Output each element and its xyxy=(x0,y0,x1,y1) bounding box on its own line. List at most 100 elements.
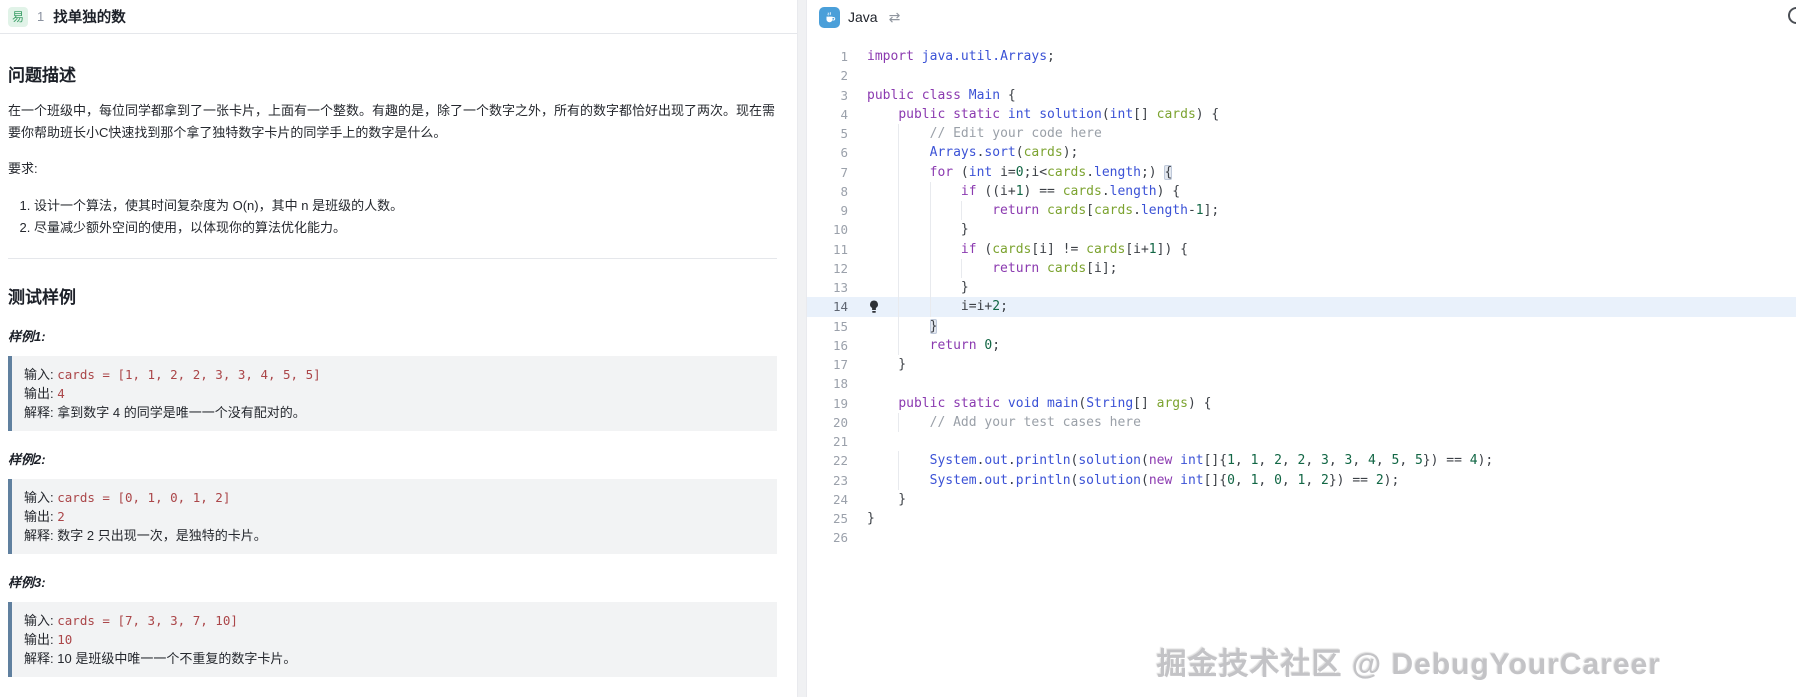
code-line[interactable]: 7 for (int i=0;i<cards.length;) { xyxy=(807,162,1796,182)
code-token: return xyxy=(992,203,1040,218)
code-text[interactable]: return cards[i]; xyxy=(848,259,1117,278)
code-line[interactable]: 4 public static int solution(int[] cards… xyxy=(807,105,1796,124)
code-line[interactable]: 26 xyxy=(807,528,1796,547)
requirements-list: 设计一个算法，使其时间复杂度为 O(n)，其中 n 是班级的人数。 尽量减少额外… xyxy=(8,196,777,238)
code-token: } xyxy=(929,318,938,334)
code-text[interactable]: Arrays.sort(cards); xyxy=(848,143,1079,162)
code-token: , xyxy=(1234,453,1251,469)
code-token: length xyxy=(1140,203,1188,218)
code-text[interactable]: return cards[cards.length-1]; xyxy=(848,201,1219,220)
line-number: 17 xyxy=(832,357,848,372)
code-text[interactable]: } xyxy=(848,317,938,336)
code-text[interactable]: } xyxy=(848,355,906,374)
app-window: 易 1 找单独的数 问题描述 在一个班级中，每位同学都拿到了一张卡片，上面有一个… xyxy=(0,0,1796,697)
code-token: for xyxy=(929,164,954,180)
input-label: 输入: xyxy=(24,613,54,628)
code-line[interactable]: 10 } xyxy=(807,220,1796,240)
code-token: public xyxy=(867,87,914,103)
code-text[interactable]: // Edit your code here xyxy=(848,124,1102,143)
code-line[interactable]: 12 return cards[i]; xyxy=(807,258,1796,278)
line-number: 21 xyxy=(832,434,848,449)
indent-guide xyxy=(898,181,900,201)
line-number: 18 xyxy=(832,376,848,392)
code-line[interactable]: 5 // Edit your code here xyxy=(807,124,1796,144)
problem-index: 1 xyxy=(37,9,45,24)
explain-label: 解释: xyxy=(24,528,54,543)
code-text[interactable]: import java.util.Arrays; xyxy=(848,47,1055,66)
code-token: // Add your test cases here xyxy=(929,414,1141,430)
output-code: 2 xyxy=(57,509,65,524)
code-line[interactable]: 8 if ((i+1) == cards.length) { xyxy=(807,181,1796,201)
language-selector[interactable]: Java xyxy=(819,6,878,28)
swap-language-icon[interactable]: ⇄ xyxy=(889,9,901,26)
code-text[interactable]: public static int solution(int[] cards) … xyxy=(848,105,1219,124)
code-text[interactable]: public static void main(String[] args) { xyxy=(848,394,1211,413)
code-line[interactable]: 22 System.out.println(solution(new int[]… xyxy=(807,451,1796,471)
code-line[interactable]: 11 if (cards[i] != cards[i+1]) { xyxy=(807,239,1796,259)
code-line[interactable]: 21 xyxy=(807,432,1796,451)
code-text[interactable]: System.out.println(solution(new int[]{0,… xyxy=(848,471,1400,490)
code-line[interactable]: 17 } xyxy=(807,355,1796,374)
code-token: out xyxy=(984,472,1008,488)
code-token: 1 xyxy=(1227,453,1235,469)
indent-guide xyxy=(898,278,900,298)
code-token: }) == xyxy=(1422,453,1470,469)
code-text[interactable]: return 0; xyxy=(848,336,1000,355)
difficulty-badge: 易 xyxy=(8,6,28,27)
code-token: ;) xyxy=(1140,164,1165,180)
code-token: solution xyxy=(1078,453,1141,469)
line-number: 11 xyxy=(832,241,848,257)
explain-text: 拿到数字 4 的同学是唯一一个没有配对的。 xyxy=(57,405,306,420)
code-line[interactable]: 16 return 0; xyxy=(807,335,1796,355)
code-line[interactable]: 13 } xyxy=(807,278,1796,298)
line-number: 6 xyxy=(840,145,848,161)
code-line[interactable]: 20 // Add your test cases here xyxy=(807,412,1796,432)
code-token: cards xyxy=(1047,203,1087,218)
code-editor[interactable]: 1 import java.util.Arrays; 2 3 public class … xyxy=(807,34,1796,548)
code-token: static xyxy=(953,395,1001,411)
code-line[interactable]: 9 return cards[cards.length-1]; xyxy=(807,201,1796,221)
code-text[interactable]: System.out.println(solution(new int[]{1,… xyxy=(848,451,1494,470)
code-token: System xyxy=(929,472,977,488)
indent-guide xyxy=(898,316,900,336)
code-text[interactable]: public class Main { xyxy=(848,86,1016,105)
code-text[interactable]: } xyxy=(848,509,875,528)
code-lines-container[interactable]: 1 import java.util.Arrays; 2 3 public class … xyxy=(807,47,1796,548)
code-line[interactable]: 14 i=i+2; xyxy=(807,297,1796,317)
code-token: ; xyxy=(1047,49,1055,64)
code-line[interactable]: 18 xyxy=(807,374,1796,393)
code-line[interactable]: 19 public static void main(String[] args… xyxy=(807,394,1796,413)
code-line[interactable]: 2 xyxy=(807,66,1796,85)
code-token: , xyxy=(1305,453,1322,469)
code-token: 0 xyxy=(1227,472,1235,488)
indent-guide xyxy=(898,220,900,240)
code-text[interactable]: for (int i=0;i<cards.length;) { xyxy=(848,163,1173,182)
line-number: 8 xyxy=(840,183,848,199)
code-line[interactable]: 15 } xyxy=(807,316,1796,336)
code-line[interactable]: 24 } xyxy=(807,490,1796,509)
code-text[interactable]: } xyxy=(848,278,969,297)
code-line[interactable]: 1 import java.util.Arrays; xyxy=(807,47,1796,66)
code-text[interactable]: } xyxy=(848,490,906,509)
code-token: System xyxy=(929,453,977,469)
code-token: 2 xyxy=(1375,472,1384,488)
code-line[interactable]: 25} xyxy=(807,509,1796,528)
code-line[interactable]: 23 System.out.println(solution(new int[]… xyxy=(807,470,1796,490)
corner-circle-icon-partial[interactable] xyxy=(1788,7,1796,24)
code-token: []{ xyxy=(1203,453,1228,469)
code-token: ( xyxy=(1015,145,1024,161)
code-text[interactable]: } xyxy=(848,220,969,239)
code-line[interactable]: 3 public class Main { xyxy=(807,86,1796,105)
code-line[interactable]: 6 Arrays.sort(cards); xyxy=(807,143,1796,163)
panel-resizer[interactable] xyxy=(797,0,807,697)
code-token: , xyxy=(1281,472,1298,488)
code-token: } xyxy=(867,491,907,507)
output-code: 4 xyxy=(57,386,65,401)
code-text[interactable]: // Add your test cases here xyxy=(848,413,1141,432)
language-label: Java xyxy=(848,9,878,25)
code-token: cards xyxy=(1047,260,1087,276)
code-token: ]; xyxy=(1203,203,1220,218)
